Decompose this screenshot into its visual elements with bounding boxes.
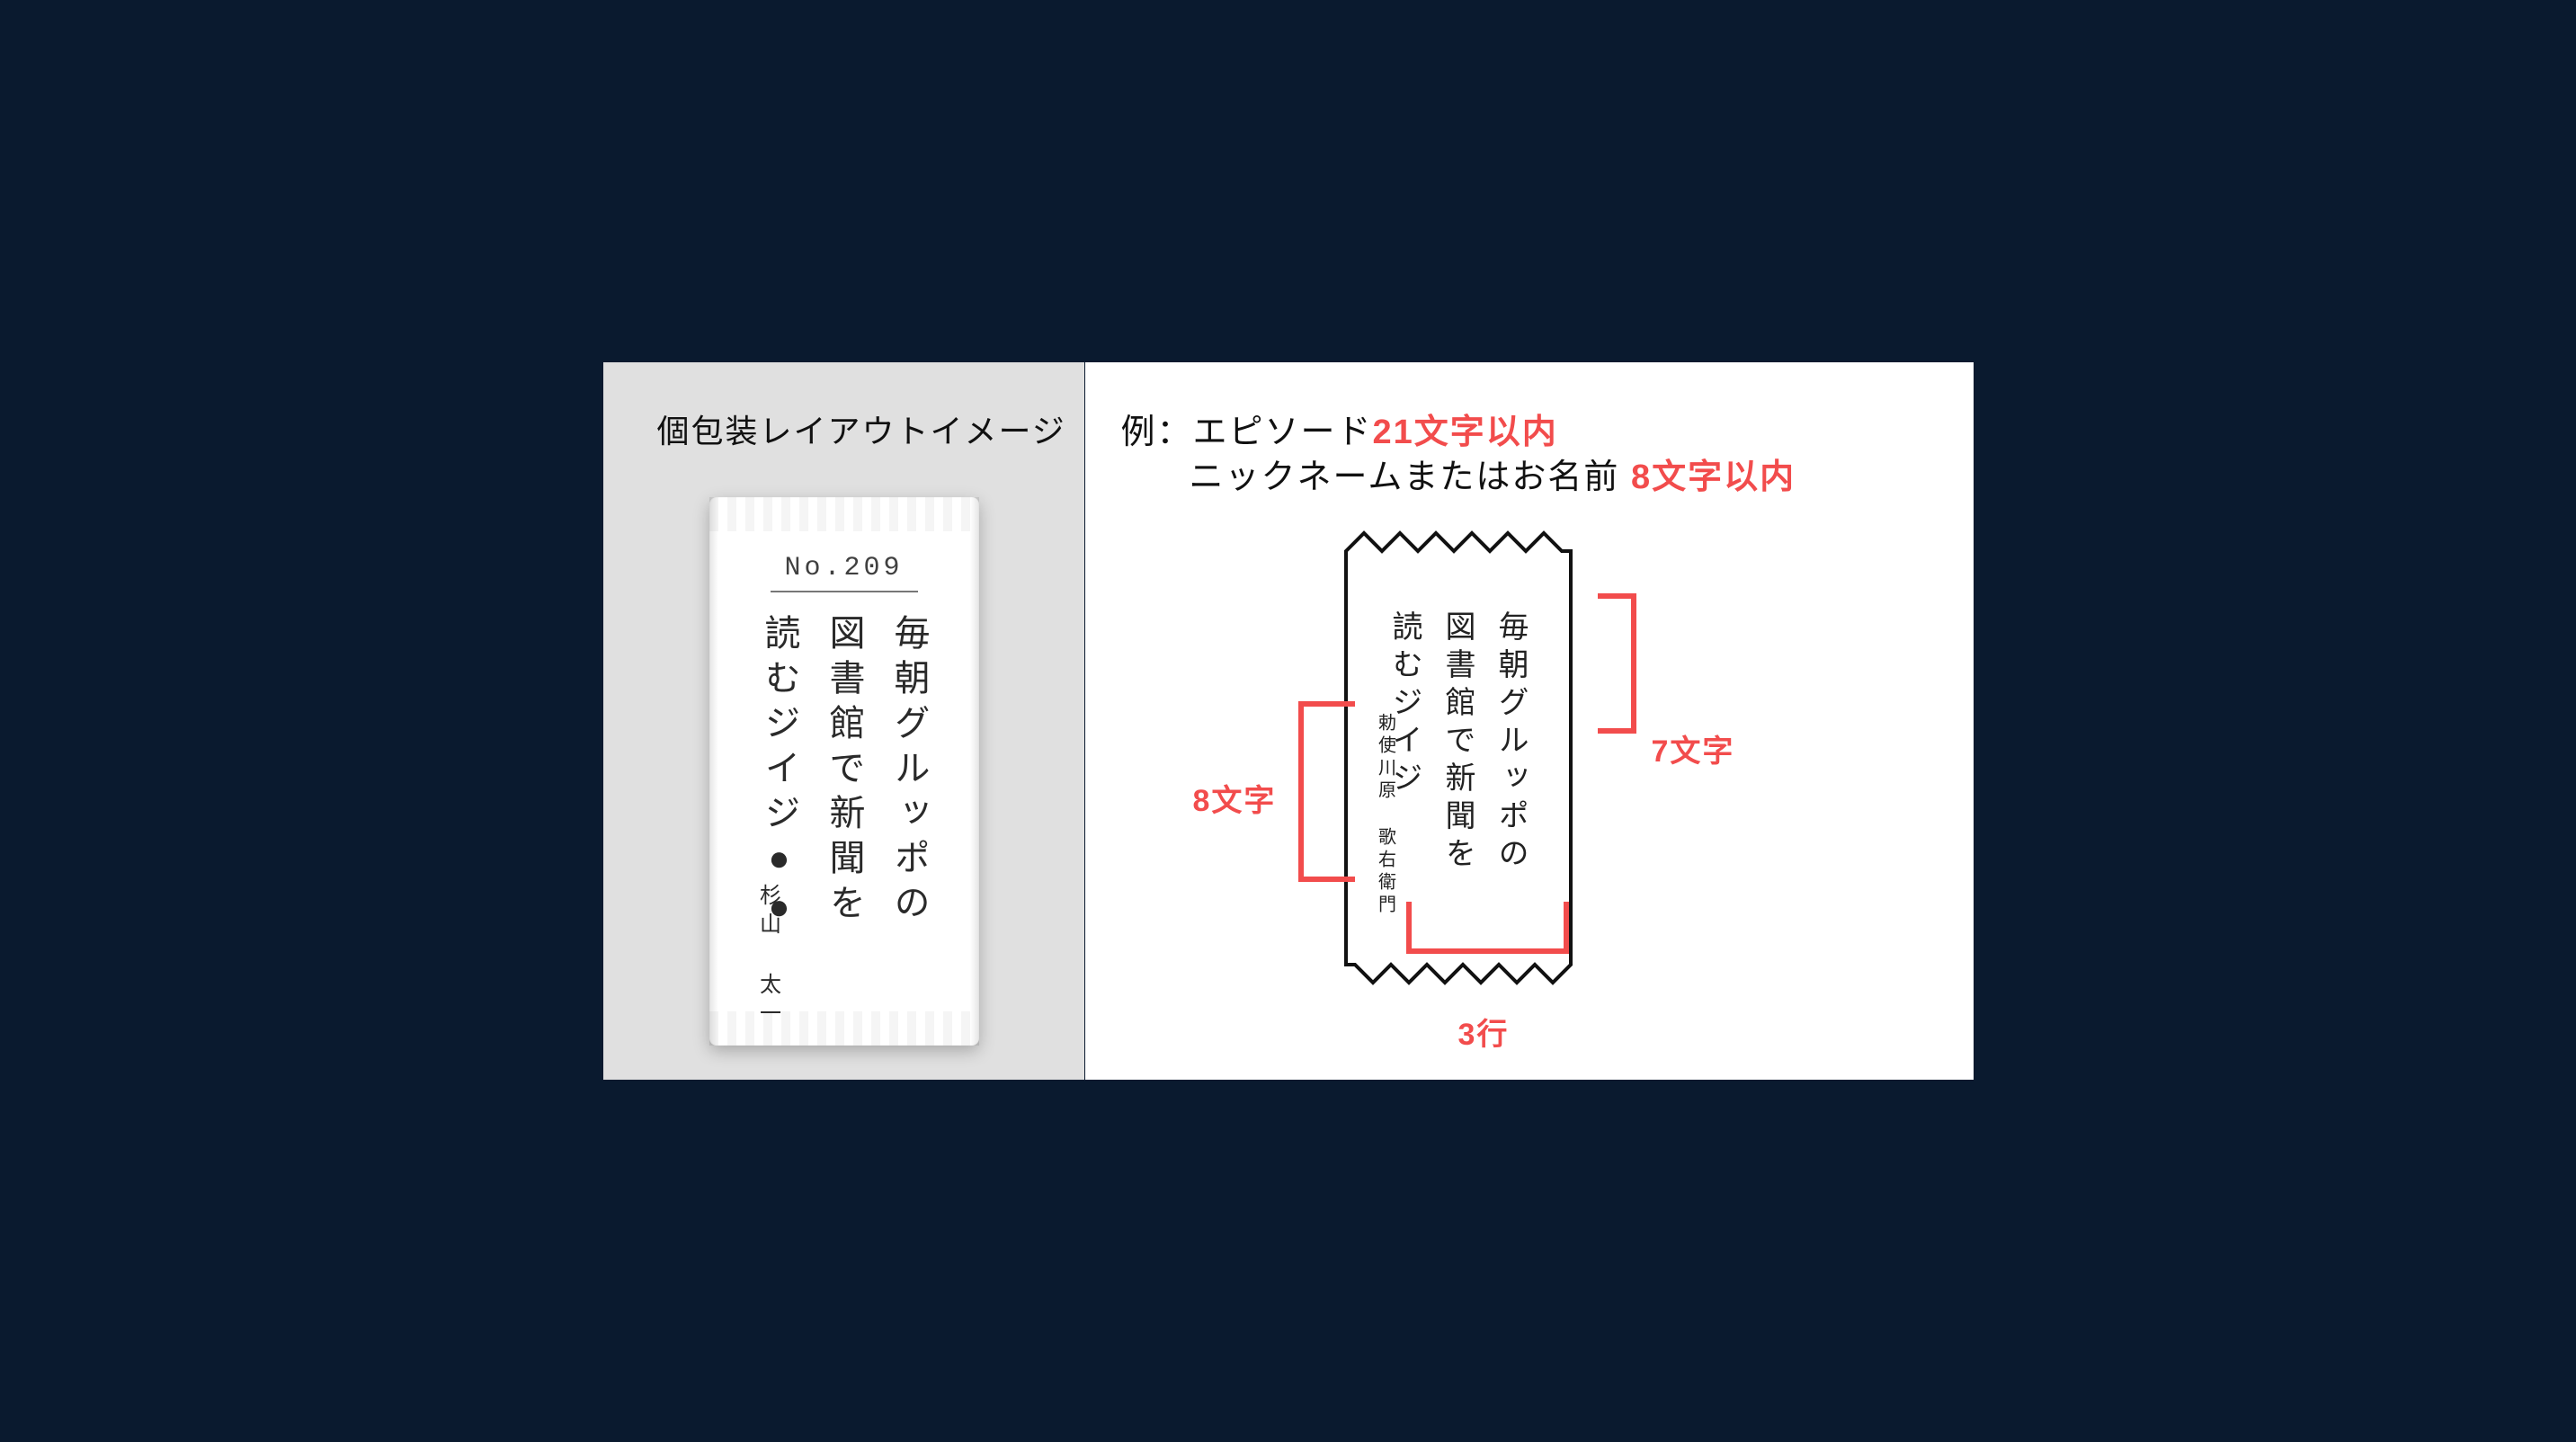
sachet-author-name: 杉山 太一	[753, 884, 784, 1030]
header-line1-prefix: 例：エピソード	[1121, 414, 1373, 451]
sachet-episode-text: 毎朝グルッポの 図書館で新聞を 読むジイジ●●	[709, 614, 979, 936]
left-panel: 個包装レイアウトイメージ No.209 毎朝グルッポの 図書館で新聞を 読むジイ…	[603, 362, 1085, 1080]
diagram-episode-text: 毎朝グルッポの 図書館で新聞を 読むジイジ	[1319, 610, 1598, 875]
episode-col-1: 毎朝グルッポの	[883, 614, 935, 936]
sachet-seal-bottom	[709, 1011, 979, 1046]
sachet-seal-top	[709, 497, 979, 531]
header-line2-prefix: ニックネームまたはお名前	[1190, 458, 1620, 496]
header-line-2: ニックネームまたはお名前 8文字以内	[1190, 449, 1796, 498]
callout-name-chars: 8文字	[1193, 776, 1277, 820]
sachet-number: No.209	[709, 553, 979, 583]
diagram-episode-col-1: 毎朝グルッポの	[1489, 610, 1533, 875]
callout-chars-per-line: 7文字	[1652, 726, 1735, 770]
episode-col-2: 図書館で新聞を	[818, 614, 870, 936]
diagram-author-name: 勅使川原 歌右衛門	[1373, 713, 1399, 917]
layout-frame: 個包装レイアウトイメージ No.209 毎朝グルッポの 図書館で新聞を 読むジイ…	[602, 360, 1975, 1082]
left-panel-title: 個包装レイアウトイメージ	[657, 405, 1066, 452]
header-line-1: 例：エピソード21文字以内	[1121, 404, 1558, 453]
header-line2-limit: 8文字以内	[1631, 458, 1796, 496]
right-panel: 例：エピソード21文字以内 ニックネームまたはお名前 8文字以内 毎朝グルッポの…	[1085, 362, 1974, 1080]
diagram-episode-col-2: 図書館で新聞を	[1436, 610, 1480, 875]
wrapper-diagram: 毎朝グルッポの 図書館で新聞を 読むジイジ 勅使川原 歌右衛門	[1319, 524, 1598, 1001]
header-line1-limit: 21文字以内	[1373, 414, 1558, 451]
sachet-divider	[771, 591, 918, 592]
sachet-mockup: No.209 毎朝グルッポの 図書館で新聞を 読むジイジ●● 杉山 太一	[709, 497, 979, 1046]
callout-line-count: 3行	[1458, 1010, 1510, 1054]
